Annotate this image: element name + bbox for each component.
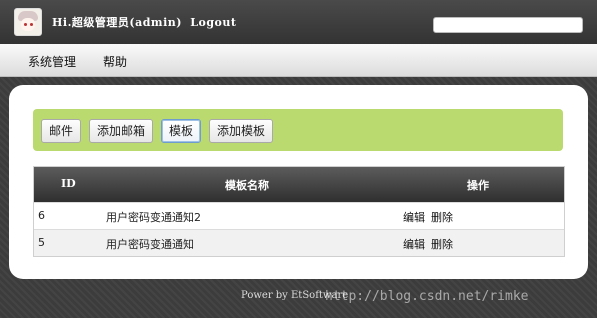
column-header-id: ID	[61, 177, 76, 190]
cell-id: 5	[38, 236, 45, 249]
delete-link[interactable]: 删除	[431, 238, 453, 251]
edit-link[interactable]: 编辑	[403, 238, 425, 251]
column-header-template-name: 模板名称	[225, 179, 269, 192]
mail-button[interactable]: 邮件	[41, 119, 82, 143]
edit-link[interactable]: 编辑	[403, 211, 425, 224]
cell-template-name: 用户密码变通通知	[106, 238, 194, 251]
template-button[interactable]: 模板	[161, 119, 202, 143]
user-greeting: Hi.超级管理员(admin) Logout	[52, 14, 236, 30]
logout-link[interactable]: Logout	[190, 16, 236, 29]
add-mailbox-button[interactable]: 添加邮箱	[89, 119, 154, 143]
add-template-button[interactable]: 添加模板	[209, 119, 274, 143]
table-row: 6 用户密码变通通知2 编辑 删除	[34, 202, 564, 229]
top-bar: Hi.超级管理员(admin) Logout	[0, 0, 597, 44]
cell-actions: 编辑 删除	[403, 209, 459, 225]
table-row: 5 用户密码变通通知 编辑 删除	[34, 229, 564, 256]
greeting-text: Hi.超级管理员(admin)	[52, 16, 182, 29]
watermark-text: http://blog.csdn.net/rimke	[325, 289, 529, 304]
avatar-eye-left	[24, 23, 27, 26]
column-header-actions: 操作	[467, 179, 489, 192]
cell-template-name: 用户密码变通通知2	[106, 211, 201, 224]
cell-id: 6	[38, 209, 45, 222]
template-table: ID 模板名称 操作 6 用户密码变通通知2 编辑 删除 5 用户密码变通通知 编…	[33, 166, 565, 257]
avatar	[14, 8, 42, 36]
avatar-eye-right	[30, 23, 33, 26]
delete-link[interactable]: 删除	[431, 211, 453, 224]
search-input[interactable]	[433, 17, 583, 33]
menu-item-system-management[interactable]: 系统管理	[28, 53, 76, 70]
content-panel: 邮件 添加邮箱 模板 添加模板 ID 模板名称 操作 6 用户密码变通通知2 编…	[9, 85, 588, 279]
menu-item-help[interactable]: 帮助	[103, 53, 127, 70]
cell-actions: 编辑 删除	[403, 236, 459, 252]
menu-bar: 系统管理 帮助	[0, 44, 597, 77]
action-toolbar: 邮件 添加邮箱 模板 添加模板	[33, 109, 563, 151]
table-header: ID 模板名称 操作	[34, 167, 564, 202]
